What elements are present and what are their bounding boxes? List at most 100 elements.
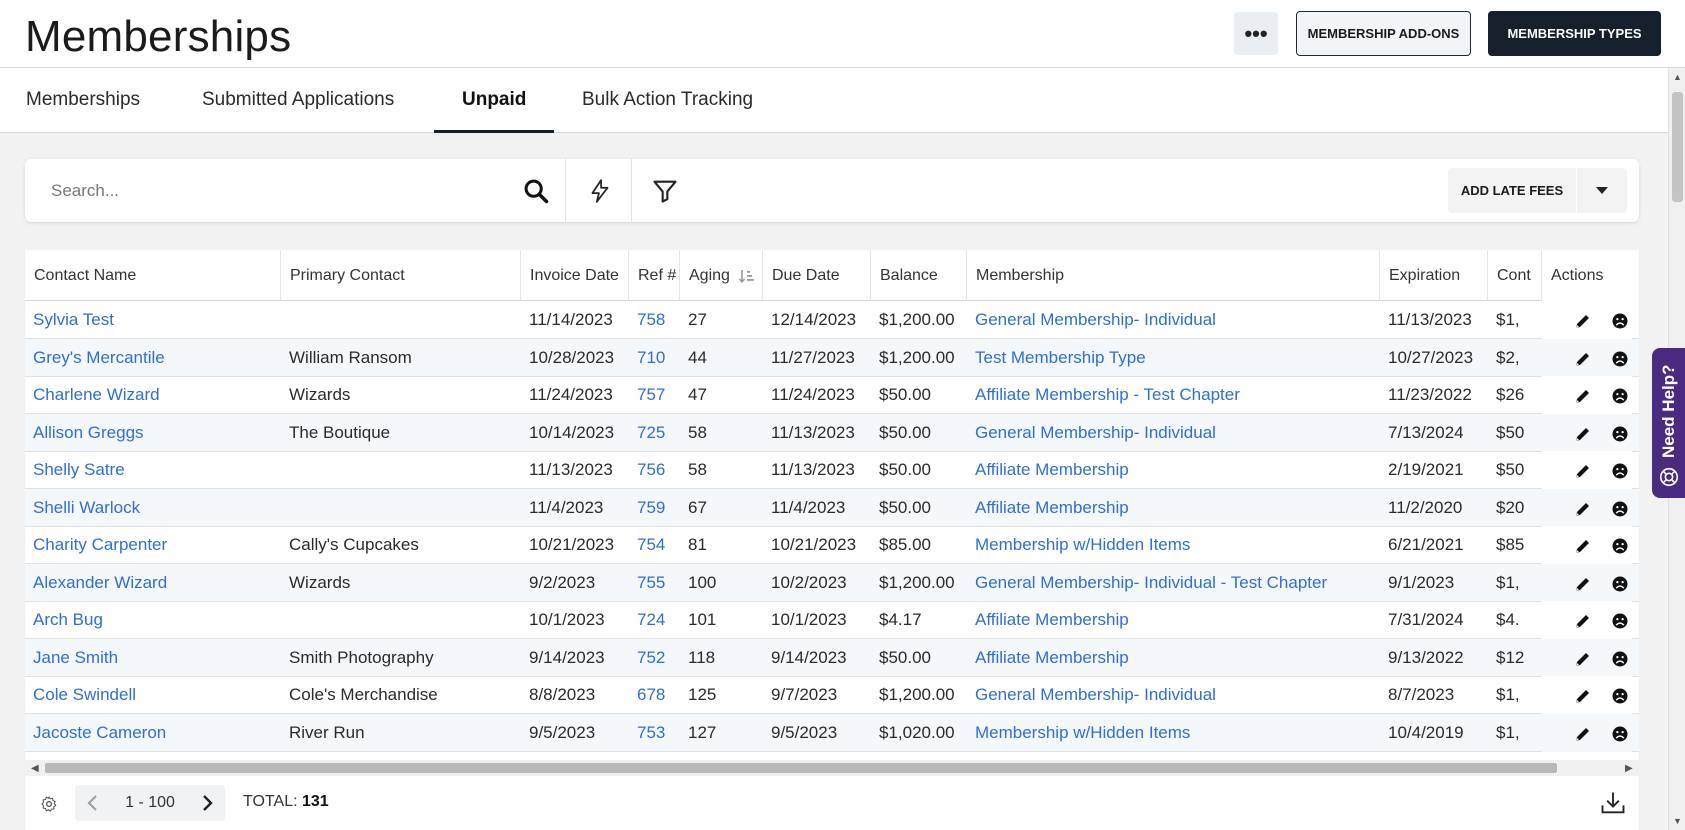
membership-link[interactable]: Affiliate Membership	[967, 601, 1380, 639]
search-icon[interactable]	[522, 177, 550, 205]
scroll-left-arrow[interactable]: ◀	[31, 763, 39, 774]
contact-name-link[interactable]: Charlene Wizard	[25, 376, 281, 414]
contact-name-link[interactable]: Alexander Wizard	[25, 564, 281, 602]
write-off-frown-icon[interactable]	[1611, 725, 1629, 743]
ref-number-link[interactable]: 754	[629, 526, 680, 564]
membership-link[interactable]: General Membership- Individual	[967, 676, 1380, 714]
edit-pencil-icon[interactable]	[1574, 575, 1592, 593]
edit-pencil-icon[interactable]	[1574, 350, 1592, 368]
write-off-frown-icon[interactable]	[1611, 425, 1629, 443]
edit-pencil-icon[interactable]	[1574, 725, 1592, 743]
contact-name-link[interactable]: Jacoste Cameron	[25, 714, 281, 752]
membership-link[interactable]: Test Membership Type	[967, 339, 1380, 377]
membership-link[interactable]: General Membership- Individual	[967, 414, 1380, 452]
edit-pencil-icon[interactable]	[1574, 462, 1592, 480]
write-off-frown-icon[interactable]	[1611, 462, 1629, 480]
membership-link[interactable]: Membership w/Hidden Items	[967, 714, 1380, 752]
ref-number-link[interactable]: 756	[629, 451, 680, 489]
membership-link[interactable]: Affiliate Membership - Test Chapter	[967, 376, 1380, 414]
tab-memberships[interactable]: Memberships	[26, 68, 140, 132]
tab-submitted-applications[interactable]: Submitted Applications	[202, 68, 394, 132]
ref-number-link[interactable]: 710	[629, 339, 680, 377]
membership-link[interactable]: Affiliate Membership	[967, 639, 1380, 677]
write-off-frown-icon[interactable]	[1611, 312, 1629, 330]
ref-number-link[interactable]: 755	[629, 564, 680, 602]
scroll-right-arrow[interactable]: ▶	[1625, 763, 1633, 774]
ref-number-link[interactable]: 725	[629, 414, 680, 452]
membership-link[interactable]: Affiliate Membership	[967, 451, 1380, 489]
gear-icon[interactable]	[40, 795, 58, 813]
column-header-primary-contact[interactable]: Primary Contact	[281, 250, 521, 301]
filter-icon[interactable]	[651, 177, 679, 205]
need-help-widget[interactable]: Need Help?	[1652, 348, 1685, 498]
scroll-down-arrow[interactable]: ▼	[1673, 816, 1682, 826]
edit-pencil-icon[interactable]	[1574, 537, 1592, 555]
write-off-frown-icon[interactable]	[1611, 575, 1629, 593]
membership-link[interactable]: General Membership- Individual - Test Ch…	[967, 564, 1380, 602]
ref-number-link[interactable]: 759	[629, 489, 680, 527]
write-off-frown-icon[interactable]	[1611, 500, 1629, 518]
aging-cell: 127	[688, 722, 717, 742]
ref-number-link[interactable]: 724	[629, 601, 680, 639]
membership-add-ons-button[interactable]: MEMBERSHIP ADD-ONS	[1296, 11, 1471, 56]
column-header-membership[interactable]: Membership	[967, 250, 1380, 301]
add-late-fees-button[interactable]: ADD LATE FEES	[1448, 168, 1576, 213]
column-header-expiration[interactable]: Expiration	[1380, 250, 1488, 301]
contact-name-link[interactable]: Shelli Warlock	[25, 489, 281, 527]
lightning-bolt-icon[interactable]	[587, 177, 613, 205]
column-header-contact-name[interactable]: Contact Name	[25, 250, 281, 301]
membership-link[interactable]: Affiliate Membership	[967, 489, 1380, 527]
contact-name-link[interactable]: Sylvia Test	[25, 301, 281, 339]
column-header-ref[interactable]: Ref #	[629, 250, 680, 301]
ref-number-link[interactable]: 752	[629, 639, 680, 677]
edit-pencil-icon[interactable]	[1574, 687, 1592, 705]
download-icon[interactable]	[1599, 789, 1627, 817]
write-off-frown-icon[interactable]	[1611, 650, 1629, 668]
column-header-due-date[interactable]: Due Date	[763, 250, 871, 301]
contact-name-link[interactable]: Allison Greggs	[25, 414, 281, 452]
contact-name-link[interactable]: Grey's Mercantile	[25, 339, 281, 377]
edit-pencil-icon[interactable]	[1574, 425, 1592, 443]
membership-link[interactable]: Membership w/Hidden Items	[967, 526, 1380, 564]
column-header-invoice-date[interactable]: Invoice Date	[521, 250, 629, 301]
edit-pencil-icon[interactable]	[1574, 500, 1592, 518]
membership-types-button[interactable]: MEMBERSHIP TYPES	[1488, 11, 1661, 56]
sort-ascending-icon[interactable]	[738, 268, 755, 284]
invoice-date-cell: 9/14/2023	[529, 647, 605, 667]
ref-number-link[interactable]: 753	[629, 714, 680, 752]
tab-bulk-action-tracking[interactable]: Bulk Action Tracking	[582, 68, 753, 132]
column-header-balance[interactable]: Balance	[871, 250, 967, 301]
write-off-frown-icon[interactable]	[1611, 350, 1629, 368]
more-options-button[interactable]: •••	[1234, 12, 1278, 55]
membership-link[interactable]: General Membership- Individual	[967, 301, 1380, 339]
contact-name-link[interactable]: Arch Bug	[25, 601, 281, 639]
ref-number-link[interactable]: 757	[629, 376, 680, 414]
contact-name-link[interactable]: Cole Swindell	[25, 676, 281, 714]
horizontal-scrollbar[interactable]: ◀ ▶	[25, 760, 1639, 776]
horizontal-scroll-thumb[interactable]	[45, 763, 1557, 773]
scroll-up-arrow[interactable]: ▲	[1673, 72, 1682, 82]
write-off-frown-icon[interactable]	[1611, 387, 1629, 405]
search-input[interactable]	[51, 173, 511, 209]
edit-pencil-icon[interactable]	[1574, 650, 1592, 668]
column-header-contract-balance[interactable]: Cont	[1488, 250, 1542, 301]
write-off-frown-icon[interactable]	[1611, 687, 1629, 705]
tab-unpaid[interactable]: Unpaid	[462, 68, 526, 132]
vertical-scroll-thumb[interactable]	[1672, 92, 1683, 202]
next-page-icon[interactable]	[197, 793, 217, 813]
contact-name-link[interactable]: Charity Carpenter	[25, 526, 281, 564]
ref-number-link[interactable]: 678	[629, 676, 680, 714]
previous-page-icon[interactable]	[83, 793, 103, 813]
late-fees-dropdown-button[interactable]	[1577, 168, 1627, 213]
column-header-aging[interactable]: Aging	[680, 250, 763, 301]
write-off-frown-icon[interactable]	[1611, 612, 1629, 630]
contact-name-link[interactable]: Shelly Satre	[25, 451, 281, 489]
edit-pencil-icon[interactable]	[1574, 312, 1592, 330]
contract-balance-cell: $4.	[1496, 610, 1520, 629]
edit-pencil-icon[interactable]	[1574, 387, 1592, 405]
write-off-frown-icon[interactable]	[1611, 537, 1629, 555]
expiration-cell: 9/13/2022	[1388, 647, 1464, 667]
contact-name-link[interactable]: Jane Smith	[25, 639, 281, 677]
edit-pencil-icon[interactable]	[1574, 612, 1592, 630]
ref-number-link[interactable]: 758	[629, 301, 680, 339]
